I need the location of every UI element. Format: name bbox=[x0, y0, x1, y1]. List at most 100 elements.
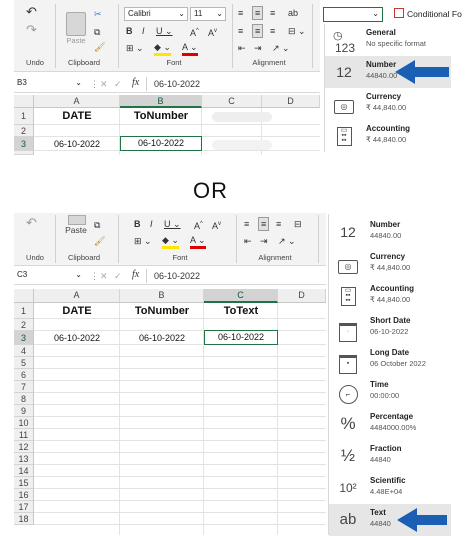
row-header-14[interactable]: 14 bbox=[14, 465, 34, 477]
fill-color-icon[interactable]: ◆ ⌄ bbox=[162, 235, 179, 249]
row-header-4[interactable]: 4 bbox=[14, 151, 34, 155]
increase-font-icon[interactable]: A^ bbox=[190, 25, 199, 39]
format-painter-icon[interactable]: 🖌 bbox=[94, 235, 105, 247]
row-header-13[interactable]: 13 bbox=[14, 453, 34, 465]
column-header-d[interactable]: D bbox=[278, 289, 326, 303]
cell-b1[interactable]: ToNumber bbox=[120, 303, 204, 319]
middle-align-icon[interactable]: ≡ bbox=[252, 6, 264, 20]
paste-label[interactable]: Paste bbox=[62, 36, 90, 45]
increase-indent-icon[interactable]: ⇥ bbox=[254, 42, 262, 54]
cell-b1[interactable]: ToNumber bbox=[120, 108, 202, 125]
format-long-date[interactable]: ▪ Long Date 06 October 2022 bbox=[329, 344, 451, 376]
bold-button[interactable]: B bbox=[126, 25, 133, 37]
cancel-icon[interactable]: ✕ bbox=[100, 270, 108, 282]
font-color-icon[interactable]: A ⌄ bbox=[182, 42, 198, 56]
borders-icon[interactable]: ⊞ ⌄ bbox=[134, 235, 152, 247]
paste-label[interactable]: Paste bbox=[62, 225, 90, 235]
format-accounting[interactable]: ▭ ▪▪ ▪▪ Accounting ₹ 44,840.00 bbox=[329, 280, 451, 312]
row-header-3[interactable]: 3 bbox=[14, 331, 34, 345]
merge-center-icon[interactable]: ⊟ ⌄ bbox=[288, 25, 306, 37]
orientation-icon[interactable]: ↗ ⌄ bbox=[278, 235, 296, 247]
cell-c3[interactable]: 06-10-2022 bbox=[204, 330, 278, 345]
column-header-a[interactable]: A bbox=[34, 289, 120, 303]
row-header-17[interactable]: 17 bbox=[14, 501, 34, 513]
underline-button[interactable]: U ⌄ bbox=[164, 218, 181, 230]
borders-icon[interactable]: ⊞ ⌄ bbox=[126, 42, 144, 54]
row-header-2[interactable]: 2 bbox=[14, 319, 34, 331]
format-currency[interactable]: ◎ Currency ₹ 44,840.00 bbox=[329, 248, 451, 280]
row-header-11[interactable]: 11 bbox=[14, 429, 34, 441]
row-header-4[interactable]: 4 bbox=[14, 345, 34, 357]
decrease-font-icon[interactable]: Av bbox=[212, 218, 221, 232]
format-painter-icon[interactable]: 🖌 bbox=[94, 41, 105, 53]
paste-icon[interactable] bbox=[66, 12, 86, 36]
increase-indent-icon[interactable]: ⇥ bbox=[260, 235, 268, 247]
italic-button[interactable]: I bbox=[142, 25, 145, 37]
cell-b3[interactable]: 06-10-2022 bbox=[120, 136, 202, 151]
column-header-b[interactable]: B bbox=[120, 289, 204, 303]
align-left-icon[interactable]: ≡ bbox=[238, 25, 243, 37]
cut-icon[interactable]: ✂ bbox=[94, 8, 102, 20]
cell-a1[interactable]: DATE bbox=[34, 108, 120, 125]
row-header-12[interactable]: 12 bbox=[14, 441, 34, 453]
row-header-10[interactable]: 10 bbox=[14, 417, 34, 429]
column-header-c[interactable]: C bbox=[202, 95, 262, 108]
name-box[interactable]: B3 ⌄ bbox=[14, 77, 84, 91]
fill-color-icon[interactable]: ◆ ⌄ bbox=[154, 42, 171, 56]
font-color-icon[interactable]: A ⌄ bbox=[190, 235, 206, 249]
row-header-16[interactable]: 16 bbox=[14, 489, 34, 501]
cell-a3[interactable]: 06-10-2022 bbox=[34, 331, 120, 345]
conditional-format-button[interactable]: Conditional Fo bbox=[394, 8, 474, 22]
align-right-icon[interactable]: ≡ bbox=[270, 25, 275, 37]
middle-align-icon[interactable]: ≡ bbox=[258, 217, 270, 231]
number-format-dropdown[interactable]: ⌄ bbox=[323, 7, 383, 22]
row-header-7[interactable]: 7 bbox=[14, 381, 34, 393]
row-header-1[interactable]: 1 bbox=[14, 108, 34, 125]
decrease-indent-icon[interactable]: ⇤ bbox=[244, 235, 252, 247]
formula-input[interactable]: 06-10-2022 bbox=[154, 270, 200, 282]
undo-icon[interactable]: ↶ bbox=[26, 5, 37, 18]
column-header-d[interactable]: D bbox=[262, 95, 320, 108]
column-header-b[interactable]: B bbox=[120, 95, 202, 108]
align-center-icon[interactable]: ≡ bbox=[252, 24, 264, 38]
copy-icon[interactable]: ⧉ bbox=[94, 26, 100, 38]
format-short-date[interactable]: · Short Date 06-10-2022 bbox=[329, 312, 451, 344]
cell-a3[interactable]: 06-10-2022 bbox=[34, 137, 120, 151]
format-accounting[interactable]: ▭ ▪▪ ▪▪ Accounting ₹ 44,840.00 bbox=[325, 120, 451, 152]
row-header-5[interactable]: 5 bbox=[14, 357, 34, 369]
cell-b3[interactable]: 06-10-2022 bbox=[120, 331, 204, 345]
format-percentage[interactable]: % Percentage 4484000.00% bbox=[329, 408, 451, 440]
decrease-indent-icon[interactable]: ⇤ bbox=[238, 42, 246, 54]
paste-icon[interactable] bbox=[68, 215, 86, 225]
row-header-1[interactable]: 1 bbox=[14, 303, 34, 319]
format-general[interactable]: ◷ 123 General No specific format bbox=[325, 24, 451, 56]
decrease-font-icon[interactable]: Av bbox=[208, 25, 217, 39]
copy-icon[interactable]: ⧉ bbox=[94, 219, 100, 231]
font-size-dropdown[interactable]: 11 ⌄ bbox=[190, 7, 226, 21]
top-align-icon[interactable]: ≡ bbox=[244, 218, 249, 230]
format-fraction[interactable]: ½ Fraction 44840 bbox=[329, 440, 451, 472]
format-time[interactable]: ⌐ Time 00:00:00 bbox=[329, 376, 451, 408]
format-number[interactable]: 12 Number 44840.00 bbox=[329, 216, 451, 248]
formula-input[interactable]: 06-10-2022 bbox=[154, 78, 200, 90]
row-header-3[interactable]: 3 bbox=[14, 137, 34, 151]
insert-function-icon[interactable]: fx bbox=[132, 77, 139, 89]
name-box[interactable]: C3 ⌄ bbox=[14, 269, 84, 283]
cell-c1[interactable]: ToText bbox=[204, 303, 278, 319]
font-name-dropdown[interactable]: Calibri ⌄ bbox=[124, 7, 188, 21]
undo-icon[interactable]: ↶ bbox=[26, 216, 37, 229]
enter-icon[interactable]: ✓ bbox=[114, 270, 122, 282]
format-currency[interactable]: ◎ Currency ₹ 44,840.00 bbox=[325, 88, 451, 120]
row-header-6[interactable]: 6 bbox=[14, 369, 34, 381]
column-header-a[interactable]: A bbox=[34, 95, 120, 108]
redo-icon[interactable]: ↷ bbox=[26, 23, 37, 36]
bottom-align-icon[interactable]: ≡ bbox=[270, 7, 275, 19]
bottom-align-icon[interactable]: ≡ bbox=[276, 218, 281, 230]
enter-icon[interactable]: ✓ bbox=[114, 78, 122, 90]
wrap-text-icon[interactable]: ab bbox=[288, 7, 298, 19]
row-header-18[interactable]: 18 bbox=[14, 513, 34, 525]
underline-button[interactable]: U ⌄ bbox=[156, 25, 173, 37]
wrap-text-icon[interactable]: ⊟ bbox=[294, 218, 302, 230]
top-align-icon[interactable]: ≡ bbox=[238, 7, 243, 19]
row-header-2[interactable]: 2 bbox=[14, 125, 34, 137]
